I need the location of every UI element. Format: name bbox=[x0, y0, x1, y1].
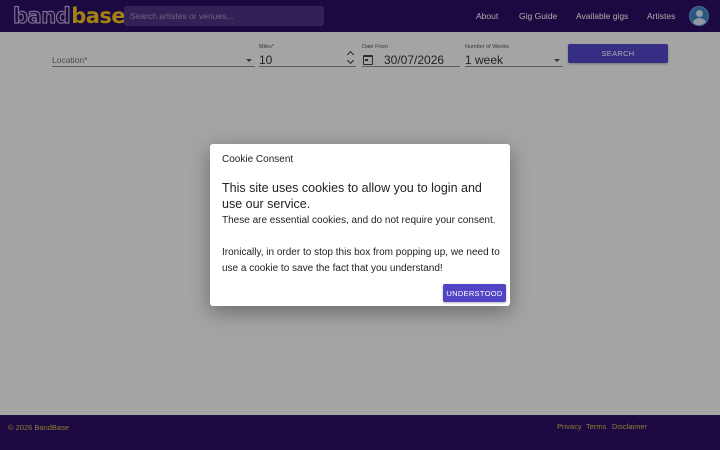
understood-button[interactable]: UNDERSTOOD bbox=[443, 284, 506, 302]
cookie-consent-dialog: Cookie Consent This site uses cookies to… bbox=[210, 144, 510, 306]
dialog-essential-text: These are essential cookies, and do not … bbox=[222, 215, 496, 226]
dialog-main-text: This site uses cookies to allow you to l… bbox=[222, 181, 482, 211]
dialog-title: Cookie Consent bbox=[222, 154, 294, 165]
dialog-ironic-text: Ironically, in order to stop this box fr… bbox=[222, 247, 500, 274]
